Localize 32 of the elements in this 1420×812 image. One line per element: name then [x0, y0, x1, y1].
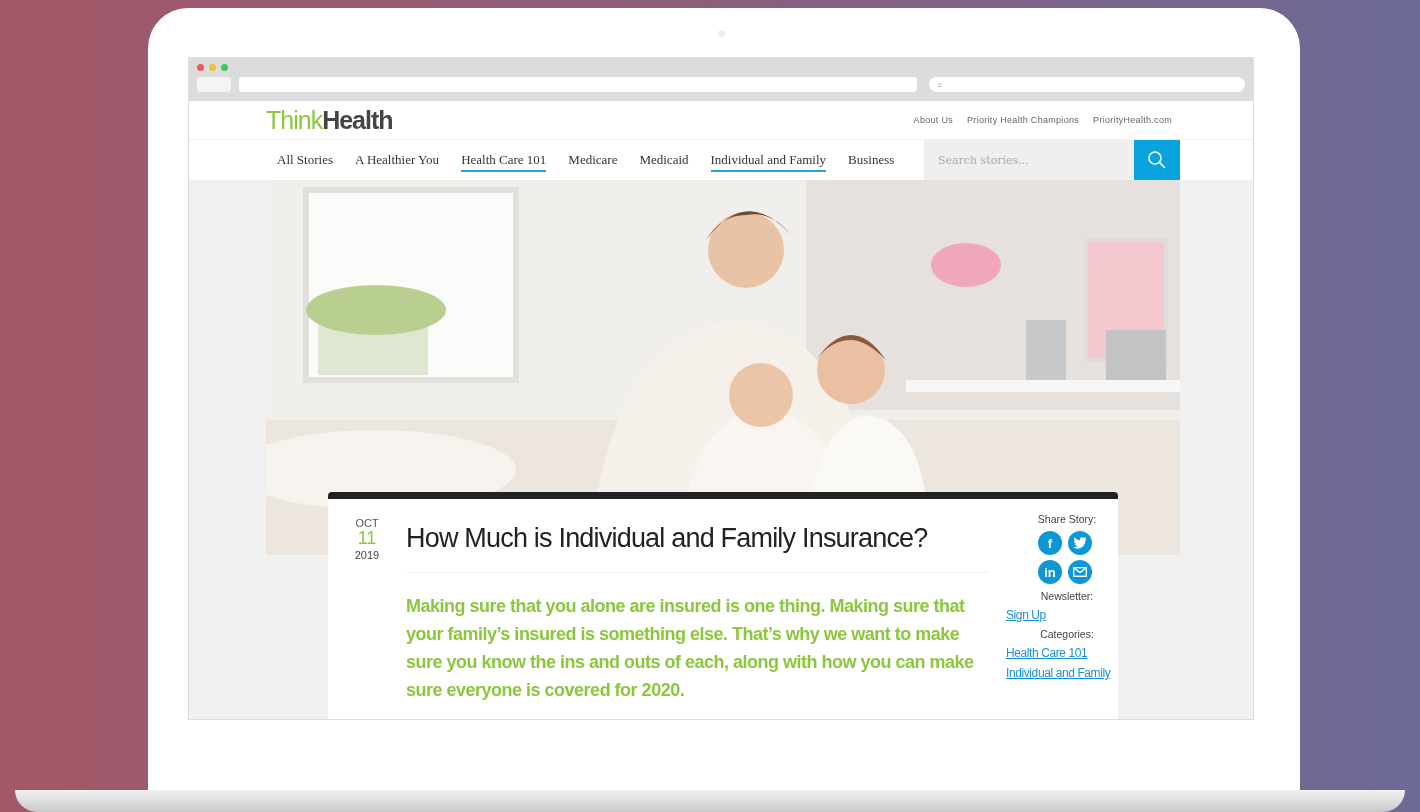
nav-link[interactable]: A Healthier You [355, 151, 440, 172]
bird-icon [1073, 537, 1087, 549]
date-month: OCT [355, 517, 379, 529]
mail-icon [1073, 567, 1087, 577]
sign-up-link[interactable]: Sign Up [1006, 608, 1046, 622]
nav-link[interactable]: Business [848, 151, 895, 172]
share-label: Share Story: [1036, 513, 1097, 525]
nav-link[interactable]: Medicaid [639, 151, 689, 172]
date-day: 11 [357, 529, 377, 549]
nav-link[interactable]: Individual and Family [710, 151, 827, 172]
site-logo[interactable]: ThinkHealth [266, 105, 393, 135]
date-year: 2019 [354, 548, 380, 561]
newsletter-label: Newsletter: [1039, 590, 1094, 602]
category-link[interactable]: Health Care 101 [1006, 646, 1088, 660]
header-link[interactable]: PriorityHealth.com [1093, 115, 1172, 125]
header-link[interactable]: About Us [913, 115, 954, 125]
nav-link[interactable]: Medicare [568, 151, 618, 172]
header-link[interactable]: Priority Health Champions [967, 115, 1080, 125]
search-button[interactable] [1134, 140, 1180, 180]
maximize-window-dot[interactable] [221, 64, 228, 71]
article-title: How Much is Individual and Family Insurance? [406, 511, 988, 573]
nav-link[interactable]: All Stories [277, 151, 333, 172]
categories-label: Categories: [1039, 628, 1094, 640]
close-window-dot[interactable] [197, 64, 204, 71]
nav-link[interactable]: Health Care 101 [461, 151, 547, 172]
search-field[interactable]: Search stories... [924, 140, 1134, 180]
category-link[interactable]: Individual and Family [1006, 666, 1111, 680]
share-button[interactable] [1068, 560, 1092, 584]
search-icon [1147, 150, 1167, 170]
share-button[interactable] [1068, 531, 1092, 555]
minimize-window-dot[interactable] [209, 64, 216, 71]
article-lead: Making sure that you alone are insured is one thing. Making sure that your family’s insured is something else. That’s why we want to make sure you know the ins and outs of each, along with how you can make sure everyone is covered for 2020. [406, 595, 975, 702]
